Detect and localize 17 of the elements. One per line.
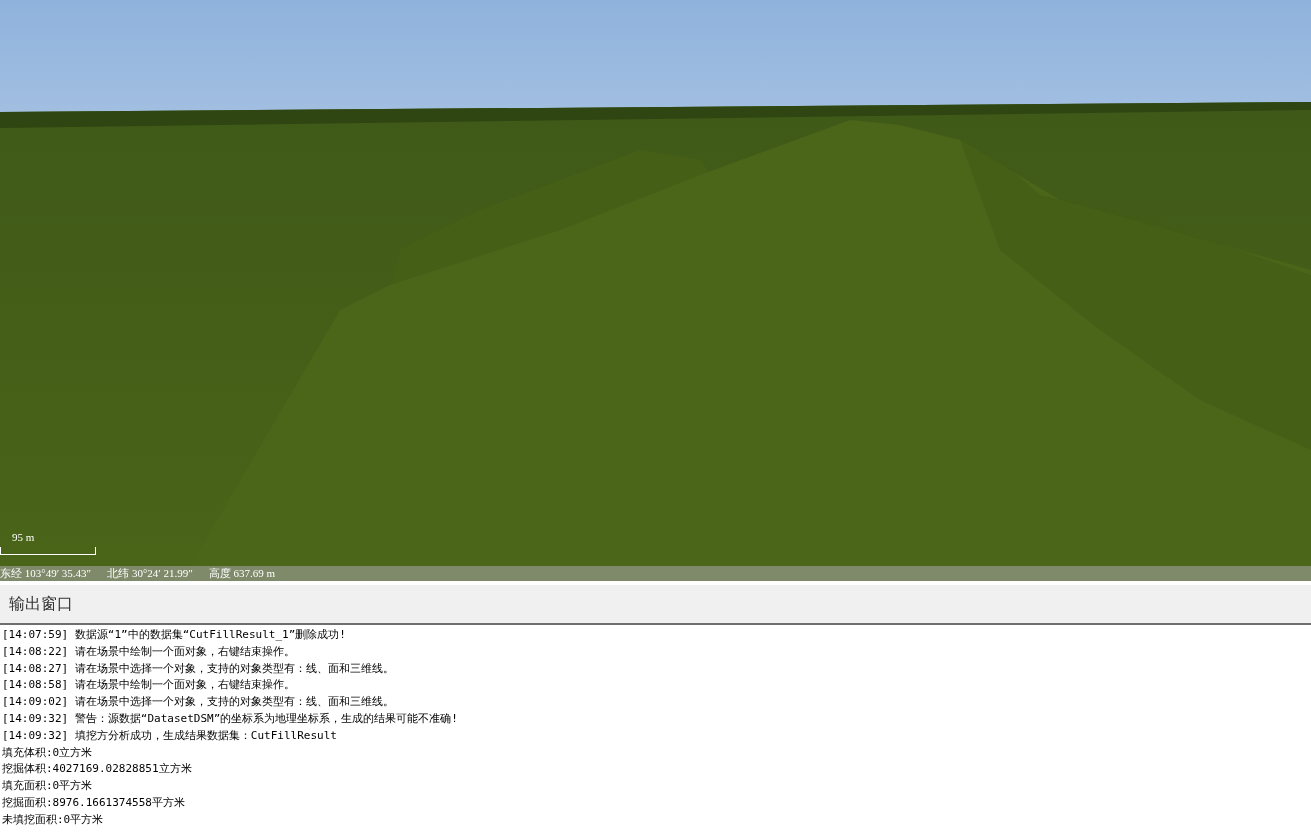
coordinate-text: 北纬 30°24′ 21.99″ — [107, 566, 193, 581]
log-line: [14:08:58] 请在场景中绘制一个面对象，右键结束操作。 — [2, 677, 296, 694]
log-line: 填充面积:0平方米 — [2, 778, 94, 795]
scale-label: 95 m — [12, 530, 35, 544]
log-line: 挖掘体积:4027169.02828851立方米 — [2, 761, 193, 778]
log-line: [14:08:27] 请在场景中选择一个对象，支持的对象类型有：线、面和三维线。 — [2, 660, 395, 677]
log-line: [14:07:59] 数据源“1”中的数据集“CutFillResult_1”删除成功! — [2, 627, 347, 643]
log-line: [14:09:32] 警告：源数据“DatasetDSM”的坐标系为地理坐标系，生成的结果可能不准确! — [2, 711, 459, 727]
panel-title: 输出窗口 — [9, 593, 73, 615]
coordinate-text: 东经 103°49′ 35.43″ — [0, 566, 92, 581]
log-line: 填充体积:0立方米 — [2, 744, 94, 761]
log-line: [14:08:22] 请在场景中绘制一个面对象，右键结束操作。 — [2, 643, 296, 660]
coordinate-text: 高度 637.69 m — [208, 566, 276, 581]
log-line: [14:09:32] 填挖方分析成功，生成结果数据集：CutFillResult — [2, 727, 338, 744]
log-line: 挖掘面积:8976.1661374558平方米 — [2, 794, 186, 811]
log-line: 未填挖面积:0平方米 — [2, 811, 105, 828]
log-line: [14:09:02] 请在场景中选择一个对象，支持的对象类型有：线、面和三维线。 — [2, 694, 395, 711]
